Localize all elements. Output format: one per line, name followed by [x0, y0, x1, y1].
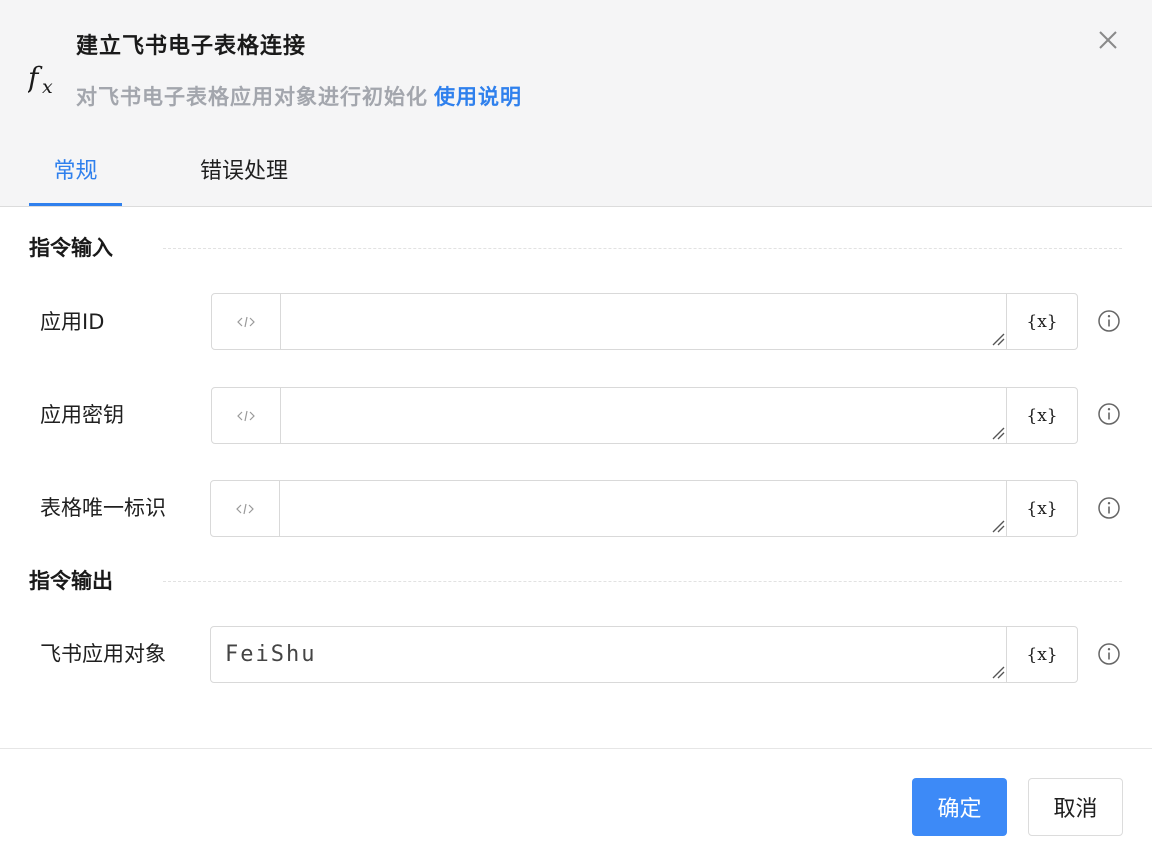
section-title-output: 指令输出 [29, 569, 113, 593]
dialog-header: f x 建立飞书电子表格连接 对飞书电子表格应用对象进行初始化 使用说明 常规 错… [0, 0, 1152, 207]
app-secret-field: {x} [211, 387, 1078, 444]
variable-button[interactable]: {x} [1006, 481, 1077, 536]
field-label-app-secret: 应用密钥 [40, 403, 124, 427]
code-mode-button[interactable] [212, 294, 281, 349]
variable-button[interactable]: {x} [1006, 388, 1077, 443]
info-icon[interactable] [1097, 309, 1121, 333]
app-secret-input[interactable] [282, 388, 1006, 443]
code-icon [236, 503, 254, 514]
tab-general[interactable]: 常规 [29, 150, 122, 206]
footer-divider [0, 748, 1152, 749]
svg-text:f: f [28, 62, 43, 94]
feishu-object-field: {x} [210, 626, 1078, 683]
code-mode-button[interactable] [211, 481, 280, 536]
function-icon: f x [28, 62, 53, 98]
resize-grip-icon[interactable] [991, 426, 1005, 440]
info-icon[interactable] [1097, 402, 1121, 426]
section-divider [163, 581, 1122, 582]
cancel-button[interactable]: 取消 [1028, 778, 1123, 836]
confirm-button[interactable]: 确定 [912, 778, 1007, 836]
dialog-title: 建立飞书电子表格连接 [76, 34, 307, 59]
variable-button[interactable]: {x} [1006, 294, 1077, 349]
field-label-sheet-token: 表格唯一标识 [40, 496, 166, 520]
feishu-object-input[interactable] [211, 627, 1006, 682]
field-label-feishu-object: 飞书应用对象 [40, 642, 166, 666]
resize-grip-icon[interactable] [991, 665, 1005, 679]
app-id-input[interactable] [282, 294, 1006, 349]
sheet-token-field: {x} [210, 480, 1078, 537]
help-link[interactable]: 使用说明 [434, 85, 522, 109]
code-icon [237, 316, 255, 327]
subtitle-text: 对飞书电子表格应用对象进行初始化 [76, 85, 428, 109]
svg-text:x: x [42, 76, 53, 98]
field-label-app-id: 应用ID [40, 310, 105, 334]
info-icon[interactable] [1097, 642, 1121, 666]
resize-grip-icon[interactable] [991, 519, 1005, 533]
code-mode-button[interactable] [212, 388, 281, 443]
close-icon[interactable] [1093, 25, 1123, 55]
app-id-field: {x} [211, 293, 1078, 350]
tab-error-handling[interactable]: 错误处理 [200, 150, 288, 194]
dialog-subtitle: 对飞书电子表格应用对象进行初始化 使用说明 [76, 81, 522, 113]
resize-grip-icon[interactable] [991, 332, 1005, 346]
code-icon [237, 410, 255, 421]
info-icon[interactable] [1097, 496, 1121, 520]
variable-button[interactable]: {x} [1006, 627, 1077, 682]
section-title-input: 指令输入 [29, 236, 113, 260]
sheet-token-input[interactable] [281, 481, 1006, 536]
section-divider [163, 248, 1122, 249]
